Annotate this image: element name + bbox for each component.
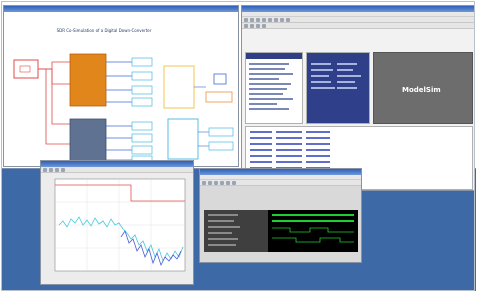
window-title-bar[interactable] xyxy=(4,6,238,12)
scope-block[interactable] xyxy=(163,65,195,109)
plot-window[interactable] xyxy=(40,160,194,285)
toolbar-icon[interactable] xyxy=(280,18,284,22)
toolbar-icon[interactable] xyxy=(262,18,266,22)
logo-pane: ModelSim xyxy=(373,52,473,124)
ddc-subsystem-block[interactable] xyxy=(69,53,107,107)
modelsim-logo: ModelSim xyxy=(402,86,441,94)
signal-plot xyxy=(54,178,186,272)
block-diagram xyxy=(13,53,234,168)
toolbar-icon[interactable] xyxy=(286,18,290,22)
config-window[interactable]: ModelSim xyxy=(241,5,475,191)
toolbar-icon[interactable] xyxy=(220,181,224,185)
toolbar-icon[interactable] xyxy=(250,24,254,28)
compare-block[interactable] xyxy=(167,118,199,160)
toolbar-icon[interactable] xyxy=(268,18,272,22)
toolbar-icon[interactable] xyxy=(250,18,254,22)
toolbar-icon[interactable] xyxy=(61,168,65,172)
toolbar-icon[interactable] xyxy=(262,24,266,28)
toolbar-icon[interactable] xyxy=(55,168,59,172)
toolbar-icon[interactable] xyxy=(226,181,230,185)
cosim-subsystem-block[interactable] xyxy=(69,118,107,168)
toolbar-icon[interactable] xyxy=(256,18,260,22)
toolbar-icon[interactable] xyxy=(208,181,212,185)
wave-viewer xyxy=(200,186,361,262)
toolbar-icon[interactable] xyxy=(256,24,260,28)
toolbar-icon[interactable] xyxy=(49,168,53,172)
objects-pane[interactable] xyxy=(306,52,370,124)
secondary-toolbar[interactable] xyxy=(242,23,474,29)
waveform-pane[interactable] xyxy=(268,210,358,252)
model-canvas[interactable]: SDR Co-Simulation of a Digital Down-Conv… xyxy=(4,14,238,168)
toolbar-icon[interactable] xyxy=(274,18,278,22)
model-title: SDR Co-Simulation of a Digital Down-Conv… xyxy=(56,28,152,33)
toolbar-icon[interactable] xyxy=(43,168,47,172)
toolbar-icon[interactable] xyxy=(244,18,248,22)
hierarchy-pane[interactable] xyxy=(245,52,303,124)
toolbar-icon[interactable] xyxy=(232,181,236,185)
simulink-model-window[interactable]: SDR Co-Simulation of a Digital Down-Conv… xyxy=(3,5,239,168)
toolbar-icon[interactable] xyxy=(214,181,218,185)
toolbar-icon[interactable] xyxy=(202,181,206,185)
source-block[interactable] xyxy=(13,59,39,79)
logic-analyzer-window[interactable] xyxy=(199,168,362,263)
toolbar-icon[interactable] xyxy=(244,24,248,28)
